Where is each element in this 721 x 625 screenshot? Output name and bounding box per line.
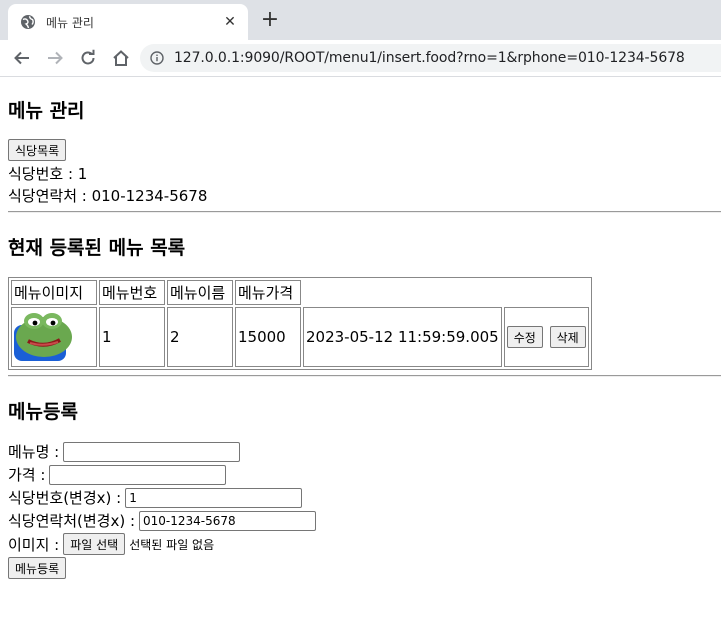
price-row: 가격 :: [8, 464, 227, 485]
back-arrow-icon[interactable]: [10, 46, 34, 70]
restaurant-phone-row: 식당연락처(변경x) :: [8, 510, 317, 531]
table-header-row: 메뉴이미지 메뉴번호 메뉴이름 메뉴가격: [11, 280, 589, 305]
register-menu-button[interactable]: 메뉴등록: [8, 557, 67, 579]
restaurant-number: 식당번호 : 1: [8, 165, 88, 183]
image-label: 이미지 :: [8, 535, 60, 554]
file-select-button[interactable]: 파일 선택: [63, 533, 126, 555]
file-status: 선택된 파일 없음: [129, 537, 215, 552]
menu-name-row: 메뉴명 :: [8, 441, 241, 462]
address-bar[interactable]: 127.0.0.1:9090/ROOT/menu1/insert.food?rn…: [140, 44, 721, 72]
menu-number: 1: [99, 307, 165, 367]
restaurant-list-button[interactable]: 식당목록: [8, 139, 67, 161]
menu-table: 메뉴이미지 메뉴번호 메뉴이름 메뉴가격 1 2 15000 2023-05-1…: [8, 277, 592, 370]
register-title: 메뉴등록: [8, 401, 78, 423]
table-row: 1 2 15000 2023-05-12 11:59:59.005 수정 삭제: [11, 307, 589, 367]
delete-button[interactable]: 삭제: [549, 326, 586, 348]
menu-price: 15000: [235, 307, 301, 367]
menu-image-cell: [11, 307, 97, 367]
browser-tab[interactable]: 메뉴 관리 ✕: [8, 4, 248, 40]
column-header: 메뉴번호: [99, 280, 165, 305]
price-input[interactable]: [49, 464, 227, 485]
home-icon[interactable]: [109, 46, 133, 70]
menu-list-title: 현재 등록된 메뉴 목록: [8, 237, 186, 259]
column-header: 메뉴가격: [235, 280, 301, 305]
divider: [8, 211, 721, 213]
close-icon[interactable]: ✕: [222, 14, 238, 30]
restaurant-number-input[interactable]: [125, 487, 303, 508]
column-header: 메뉴이름: [167, 280, 233, 305]
restaurant-phone-label: 식당연락처(변경x) :: [8, 512, 136, 530]
image-row: 이미지 : 파일 선택 선택된 파일 없음: [8, 533, 214, 555]
menu-name-label: 메뉴명 :: [8, 443, 60, 461]
menu-registered-date: 2023-05-12 11:59:59.005: [303, 307, 502, 367]
column-header: 메뉴이미지: [11, 280, 97, 305]
tab-strip: 메뉴 관리 ✕ +: [0, 0, 721, 40]
page-title: 메뉴 관리: [8, 100, 85, 122]
menu-name-input[interactable]: [63, 441, 241, 462]
menu-actions-cell: 수정 삭제: [503, 307, 589, 367]
info-icon[interactable]: [150, 51, 164, 65]
restaurant-number-label: 식당번호(변경x) :: [8, 489, 122, 507]
menu-image-frog: [14, 313, 72, 361]
reload-icon[interactable]: [76, 46, 100, 70]
divider: [8, 375, 721, 377]
browser-toolbar: 127.0.0.1:9090/ROOT/menu1/insert.food?rn…: [0, 40, 721, 77]
globe-icon: [20, 14, 36, 30]
price-label: 가격 :: [8, 466, 46, 484]
restaurant-phone: 식당연락처 : 010-1234-5678: [8, 187, 208, 205]
forward-arrow-icon[interactable]: [43, 46, 67, 70]
restaurant-number-row: 식당번호(변경x) :: [8, 487, 303, 508]
new-tab-button[interactable]: +: [258, 8, 282, 32]
restaurant-phone-input[interactable]: [139, 510, 317, 531]
tab-title: 메뉴 관리: [46, 15, 94, 30]
url-text[interactable]: 127.0.0.1:9090/ROOT/menu1/insert.food?rn…: [174, 50, 685, 66]
edit-button[interactable]: 수정: [506, 326, 543, 348]
menu-name: 2: [167, 307, 233, 367]
